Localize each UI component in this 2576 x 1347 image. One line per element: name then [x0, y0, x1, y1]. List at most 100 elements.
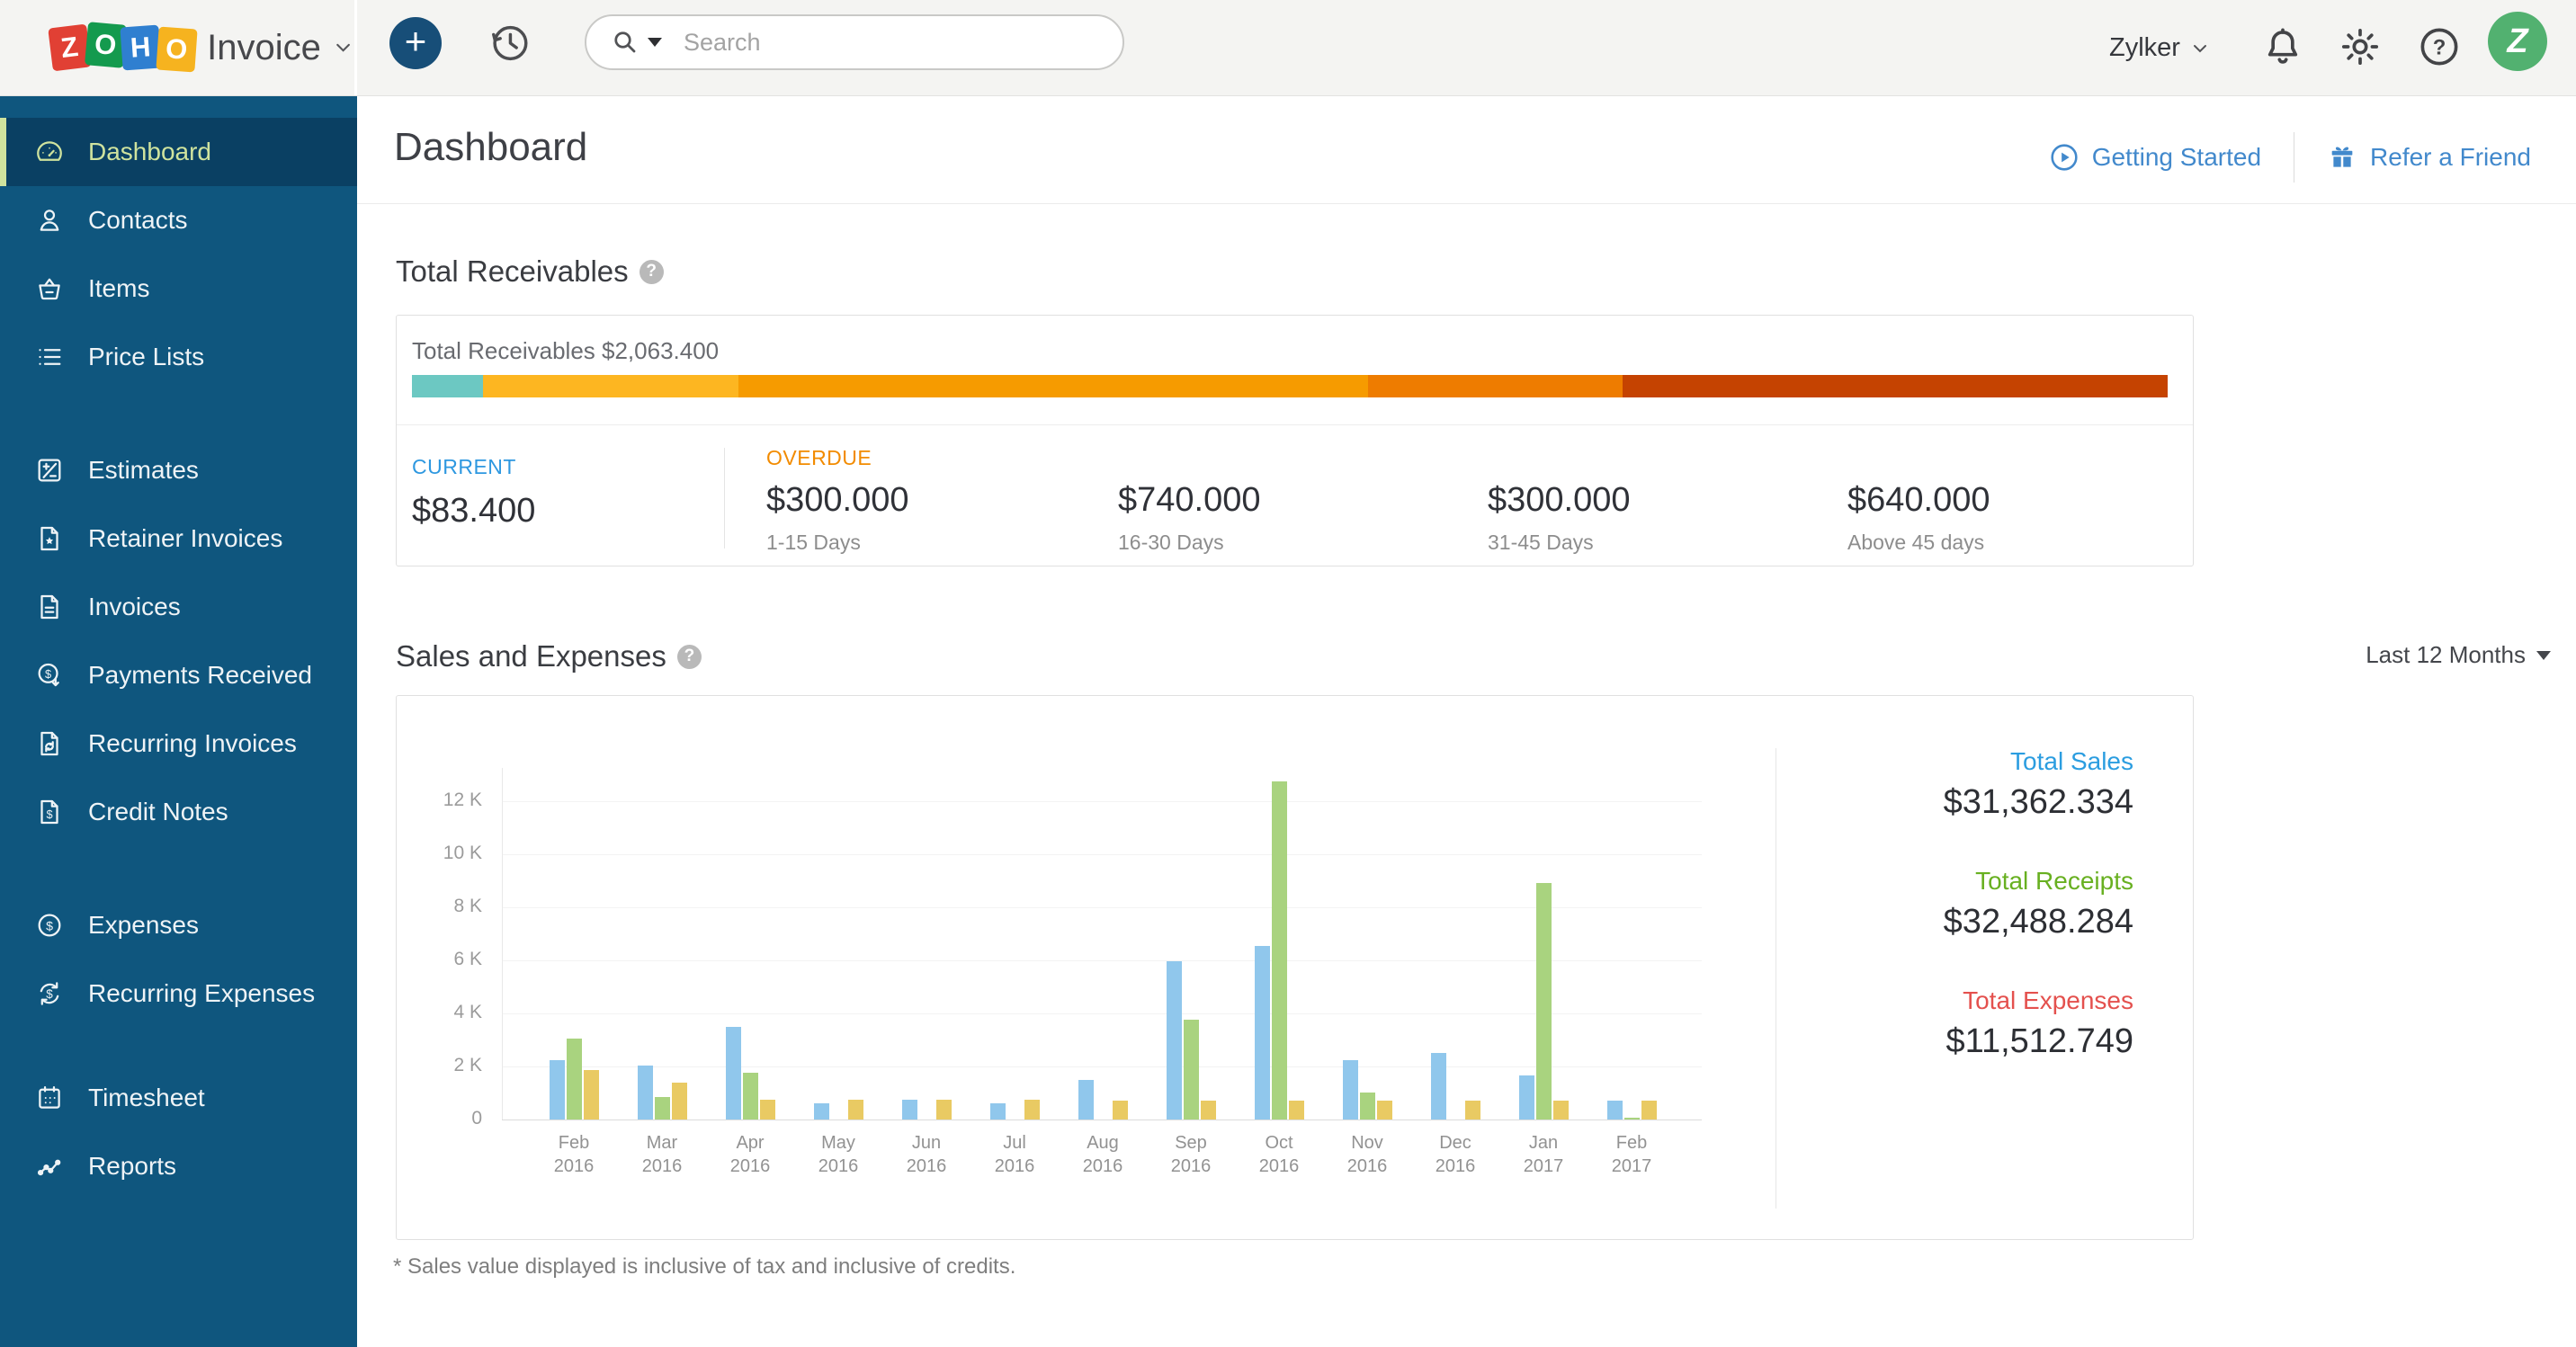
logo-tile-o1: O [85, 22, 127, 68]
x-tick-month: Jul [970, 1133, 1059, 1154]
expenses-bar [672, 1083, 687, 1120]
receivables-bar-segment-16-30[interactable] [738, 375, 1368, 397]
x-tick-year: 2016 [530, 1156, 618, 1177]
svg-text:$: $ [46, 987, 53, 1001]
sidebar-item-recurring-expenses[interactable]: $ Recurring Expenses [0, 959, 357, 1028]
bucket-value: $640.000 [1847, 481, 1990, 520]
sidebar-item-retainer-invoices[interactable]: Retainer Invoices [0, 504, 357, 573]
help-icon[interactable]: ? [640, 260, 664, 284]
notifications-bell-icon[interactable] [2259, 23, 2306, 70]
x-tick-year: 2016 [970, 1156, 1059, 1177]
sidebar-item-items[interactable]: Items [0, 254, 357, 323]
expenses-bar [584, 1070, 599, 1120]
sidebar-item-label: Reports [88, 1152, 176, 1181]
refer-a-friend-label: Refer a Friend [2370, 143, 2531, 172]
reports-trend-icon [34, 1151, 65, 1182]
sidebar-item-label: Items [88, 274, 149, 303]
receipts-bar [567, 1039, 582, 1120]
getting-started-label: Getting Started [2092, 143, 2261, 172]
receivables-bar-segment-31-45[interactable] [1368, 375, 1623, 397]
sidebar-item-timesheet[interactable]: Timesheet [0, 1064, 357, 1132]
receivables-bar [412, 375, 2168, 397]
x-tick-month: Dec [1411, 1133, 1499, 1154]
receipts-bar [1624, 1118, 1640, 1120]
svg-text:$: $ [45, 667, 51, 681]
x-tick-month: Oct [1235, 1133, 1323, 1154]
search-bar[interactable] [585, 14, 1124, 70]
sales-bar [1607, 1101, 1623, 1120]
stat-overdue-1: OVERDUE $300.000 1-15 Days [766, 446, 909, 555]
search-input[interactable] [682, 28, 1114, 58]
sales-bar [1431, 1053, 1446, 1120]
sales-bar [814, 1103, 829, 1120]
sidebar-item-label: Recurring Invoices [88, 729, 297, 758]
app-window: Z O H O Invoice + Zylker [0, 0, 2576, 1347]
logo-tile-z: Z [48, 24, 91, 72]
chevron-down-icon[interactable] [332, 36, 354, 59]
timesheet-calendar-icon [34, 1083, 65, 1113]
org-name: Zylker [2109, 33, 2180, 63]
sales-bar [1167, 961, 1182, 1120]
help-icon[interactable]: ? [677, 645, 702, 669]
receivables-bar-segment-45plus[interactable] [1623, 375, 2168, 397]
sidebar-item-dashboard[interactable]: Dashboard [0, 118, 357, 186]
bucket-value: $300.000 [766, 481, 909, 520]
date-range-label: Last 12 Months [2366, 641, 2526, 669]
refer-a-friend-link[interactable]: Refer a Friend [2327, 142, 2531, 173]
total-value: $11,512.749 [1944, 1022, 2133, 1061]
sales-bar [1343, 1060, 1358, 1120]
receivables-bar-segment-current[interactable] [412, 375, 483, 397]
x-tick-month: Apr [706, 1133, 794, 1154]
search-scope-caret-icon[interactable] [648, 38, 662, 47]
receivables-bar-segment-1-15[interactable] [483, 375, 738, 397]
x-tick-year: 2016 [1235, 1156, 1323, 1177]
bucket-label: 31-45 Days [1488, 531, 1631, 555]
bucket-label: 16-30 Days [1118, 531, 1261, 555]
sidebar-item-credit-notes[interactable]: $ Credit Notes [0, 778, 357, 846]
receipts-bar [655, 1097, 670, 1120]
sidebar-item-label: Recurring Expenses [88, 979, 315, 1008]
y-tick-label: 10 K [397, 843, 482, 864]
sidebar-item-label: Contacts [88, 206, 188, 235]
svg-text:?: ? [2433, 36, 2446, 60]
sidebar-item-invoices[interactable]: Invoices [0, 573, 357, 641]
total-entry-total-expenses: Total Expenses$11,512.749 [1944, 986, 2133, 1061]
sales-bar [1078, 1080, 1094, 1120]
date-range-selector[interactable]: Last 12 Months [2366, 641, 2551, 669]
current-value: $83.400 [412, 492, 535, 531]
sidebar-item-estimates[interactable]: Estimates [0, 436, 357, 504]
chevron-down-icon [2189, 38, 2211, 59]
total-entry-total-receipts: Total Receipts$32,488.284 [1944, 867, 2133, 941]
org-switcher[interactable]: Zylker [2109, 0, 2211, 96]
expenses-bar [1553, 1101, 1569, 1120]
getting-started-link[interactable]: Getting Started [2049, 142, 2261, 173]
sidebar-item-contacts[interactable]: Contacts [0, 186, 357, 254]
search-icon [612, 29, 639, 56]
y-tick-label: 2 K [397, 1055, 482, 1076]
bucket-label: 1-15 Days [766, 531, 909, 555]
zoho-logo[interactable]: Z O H O Invoice [0, 0, 357, 95]
sidebar-item-label: Dashboard [88, 138, 211, 166]
sidebar-item-reports[interactable]: Reports [0, 1132, 357, 1200]
expenses-bar [1024, 1100, 1040, 1120]
chart-totals-divider [1775, 748, 1776, 1209]
sidebar-item-label: Retainer Invoices [88, 524, 282, 553]
receipts-bar [1184, 1020, 1199, 1120]
recent-history-icon[interactable] [487, 20, 533, 67]
user-avatar[interactable]: Z [2488, 12, 2547, 71]
estimate-calculator-icon [34, 455, 65, 486]
quick-create-button[interactable]: + [389, 17, 442, 69]
receivables-section-title: Total Receivables ? [396, 254, 664, 289]
y-tick-label: 4 K [397, 1002, 482, 1023]
x-tick-year: 2016 [794, 1156, 882, 1177]
help-icon[interactable]: ? [2416, 23, 2463, 70]
sidebar-item-expenses[interactable]: $ Expenses [0, 891, 357, 959]
expenses-bar [1289, 1101, 1304, 1120]
settings-gear-icon[interactable] [2337, 23, 2384, 70]
recurring-document-icon [34, 728, 65, 759]
sidebar-item-recurring-invoices[interactable]: Recurring Invoices [0, 709, 357, 778]
sidebar-item-payments-received[interactable]: $ Payments Received [0, 641, 357, 709]
receipts-bar [1272, 781, 1287, 1120]
sidebar-item-price-lists[interactable]: Price Lists [0, 323, 357, 391]
grid-line-8 K [502, 907, 1702, 908]
